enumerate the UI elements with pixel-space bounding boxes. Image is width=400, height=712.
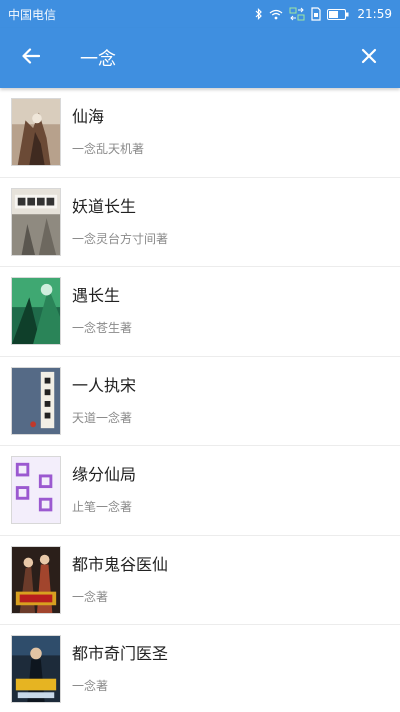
sim-icon xyxy=(311,7,322,21)
wifi-icon xyxy=(269,9,283,20)
book-result-item[interactable]: 仙海 一念乱天机著 xyxy=(0,88,400,178)
close-icon xyxy=(361,48,377,68)
book-title: 妖道长生 xyxy=(72,196,137,216)
bluetooth-icon xyxy=(255,8,263,20)
search-query-text[interactable]: 一念 xyxy=(62,45,338,71)
book-author: 一念苍生著 xyxy=(72,321,133,336)
data-transfer-icon xyxy=(289,7,305,21)
search-results-list[interactable]: 仙海 一念乱天机著 妖道长生 一念灵台方寸间著 遇长生 一念苍生著 一人执宋 天… xyxy=(0,88,400,712)
book-title: 都市奇门医圣 xyxy=(72,644,169,664)
book-result-item[interactable]: 缘分仙局 止笔一念著 xyxy=(0,446,400,536)
book-cover-image xyxy=(11,187,61,256)
battery-icon xyxy=(327,8,349,20)
search-app-bar: 一念 xyxy=(0,28,400,88)
back-button[interactable] xyxy=(0,28,62,88)
book-result-item[interactable]: 妖道长生 一念灵台方寸间著 xyxy=(0,178,400,267)
carrier-label: 中国电信 xyxy=(8,7,57,22)
book-title: 缘分仙局 xyxy=(72,465,137,485)
book-author: 一念著 xyxy=(72,679,109,694)
status-icons: 21:59 xyxy=(255,7,392,21)
book-cover-image xyxy=(11,98,61,167)
clear-search-button[interactable] xyxy=(338,28,400,88)
arrow-left-icon xyxy=(22,48,41,68)
book-cover-image xyxy=(11,277,61,346)
book-author: 止笔一念著 xyxy=(72,500,133,515)
book-title: 遇长生 xyxy=(72,286,121,306)
book-result-item[interactable]: 一人执宋 天道一念著 xyxy=(0,357,400,446)
book-author: 一念乱天机著 xyxy=(72,142,145,157)
book-cover-image xyxy=(11,456,61,525)
book-title: 仙海 xyxy=(72,107,105,127)
status-bar: 中国电信 21:59 xyxy=(0,0,400,28)
clock-label: 21:59 xyxy=(357,7,392,21)
book-author: 天道一念著 xyxy=(72,410,133,425)
book-title: 都市鬼谷医仙 xyxy=(72,554,169,574)
book-title: 一人执宋 xyxy=(72,375,137,395)
book-cover-image xyxy=(11,366,61,435)
book-result-item[interactable]: 都市鬼谷医仙 一念著 xyxy=(0,536,400,625)
book-author: 一念著 xyxy=(72,589,109,604)
book-cover-image xyxy=(11,635,61,704)
book-result-item[interactable]: 遇长生 一念苍生著 xyxy=(0,267,400,357)
book-cover-image xyxy=(11,545,61,614)
book-result-item[interactable]: 都市奇门医圣 一念著 xyxy=(0,625,400,712)
book-author: 一念灵台方寸间著 xyxy=(72,231,169,246)
